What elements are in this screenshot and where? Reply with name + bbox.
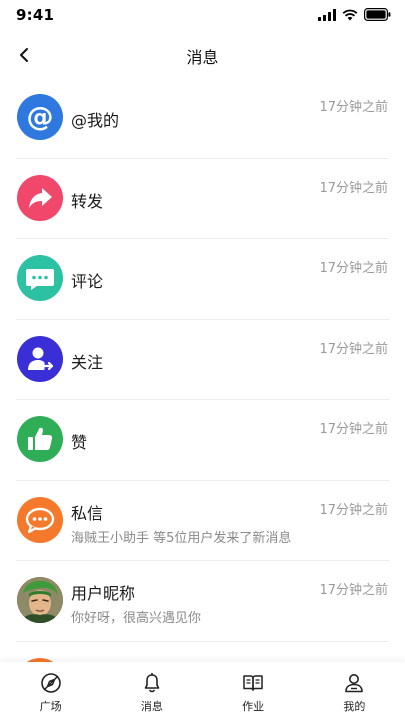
- signal-icon: [318, 8, 336, 21]
- message-preview: 海贼王小助手 等5位用户发来了新消息: [71, 530, 292, 546]
- tab-label: 消息: [140, 700, 163, 713]
- battery-icon: [364, 8, 391, 21]
- user-avatar: [17, 577, 63, 623]
- message-item-partial[interactable]: [0, 642, 405, 662]
- page-title: 消息: [186, 48, 219, 67]
- user-follow-icon: [17, 335, 63, 382]
- message-preview: 你好呀，很高兴遇见你: [71, 611, 202, 626]
- tab-label: 广场: [39, 700, 62, 713]
- message-item-direct-messages[interactable]: 私信 海贼王小助手 等5位用户发来了新消息 17分钟之前: [0, 481, 405, 561]
- tab-messages[interactable]: 消息: [101, 662, 202, 720]
- tab-me[interactable]: 我的: [304, 662, 405, 720]
- message-list: @ @我的 17分钟之前 转发 17分钟之前 评论 17分钟之前 关注 17分钟…: [0, 78, 405, 662]
- status-icons: [318, 8, 391, 21]
- message-time: 17分钟之前: [319, 180, 388, 196]
- message-title: 用户昵称: [71, 584, 136, 603]
- compass-icon: [40, 673, 61, 693]
- message-item-user-chat[interactable]: 用户昵称 你好呀，很高兴遇见你 17分钟之前: [0, 561, 405, 642]
- message-title: 关注: [71, 352, 104, 372]
- chat-bubble-icon: [17, 496, 63, 543]
- message-title: 私信: [71, 503, 104, 523]
- message-time: 17分钟之前: [319, 341, 388, 357]
- tab-square[interactable]: 广场: [0, 662, 101, 720]
- message-title: 转发: [71, 191, 104, 211]
- profile-icon: [345, 674, 364, 693]
- message-item-forwards[interactable]: 转发 17分钟之前: [0, 159, 405, 239]
- svg-text:@: @: [27, 102, 54, 133]
- message-title: @我的: [71, 111, 120, 130]
- message-item-mentions[interactable]: @ @我的 17分钟之前: [0, 78, 405, 159]
- at-icon: @: [17, 94, 63, 140]
- book-icon: [243, 675, 263, 691]
- share-arrow-icon: [17, 174, 63, 221]
- bell-icon: [144, 672, 160, 693]
- status-bar: 9:41: [0, 0, 405, 32]
- thumbs-up-icon: [17, 416, 63, 462]
- message-time: 17分钟之前: [319, 422, 388, 437]
- comment-bubble-icon: [17, 255, 63, 301]
- wifi-icon: [342, 9, 358, 20]
- message-time: 17分钟之前: [319, 100, 388, 115]
- bottom-tab-bar: 广场 消息 作业 我的: [0, 662, 405, 720]
- message-title: 赞: [71, 433, 88, 452]
- tab-label: 我的: [343, 700, 366, 713]
- message-item-comments[interactable]: 评论 17分钟之前: [0, 239, 405, 320]
- message-time: 17分钟之前: [319, 583, 388, 598]
- message-time: 17分钟之前: [319, 502, 388, 518]
- tab-label: 作业: [242, 700, 265, 713]
- message-item-follows[interactable]: 关注 17分钟之前: [0, 320, 405, 400]
- nav-bar: 消息: [0, 32, 405, 78]
- message-time: 17分钟之前: [319, 261, 388, 276]
- tab-homework[interactable]: 作业: [203, 662, 304, 720]
- message-item-likes[interactable]: 赞 17分钟之前: [0, 400, 405, 481]
- status-time: 9:41: [16, 6, 55, 24]
- message-title: 评论: [71, 272, 104, 291]
